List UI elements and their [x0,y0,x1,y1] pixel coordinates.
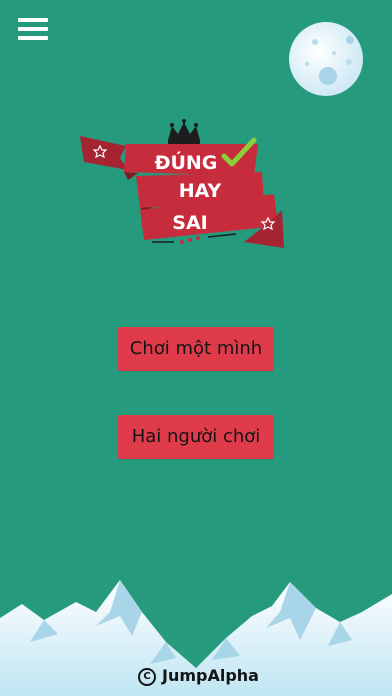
copyright-icon: C [138,668,156,686]
single-player-button[interactable]: Chơi một mình [118,327,274,371]
logo-line-1: ĐÚNG [155,150,218,174]
moon-icon [289,22,363,96]
logo-line-2: HAY [179,180,222,202]
hamburger-menu-icon [18,18,48,22]
crown-icon [168,119,200,144]
two-player-button[interactable]: Hai người chơi [118,415,274,459]
game-logo: ĐÚNG HAY SAI [78,118,284,258]
copyright: C JumpAlpha [138,664,259,688]
menu-button[interactable] [18,16,50,42]
logo-line-3: SAI [172,212,207,234]
brand-name: JumpAlpha [162,666,259,685]
